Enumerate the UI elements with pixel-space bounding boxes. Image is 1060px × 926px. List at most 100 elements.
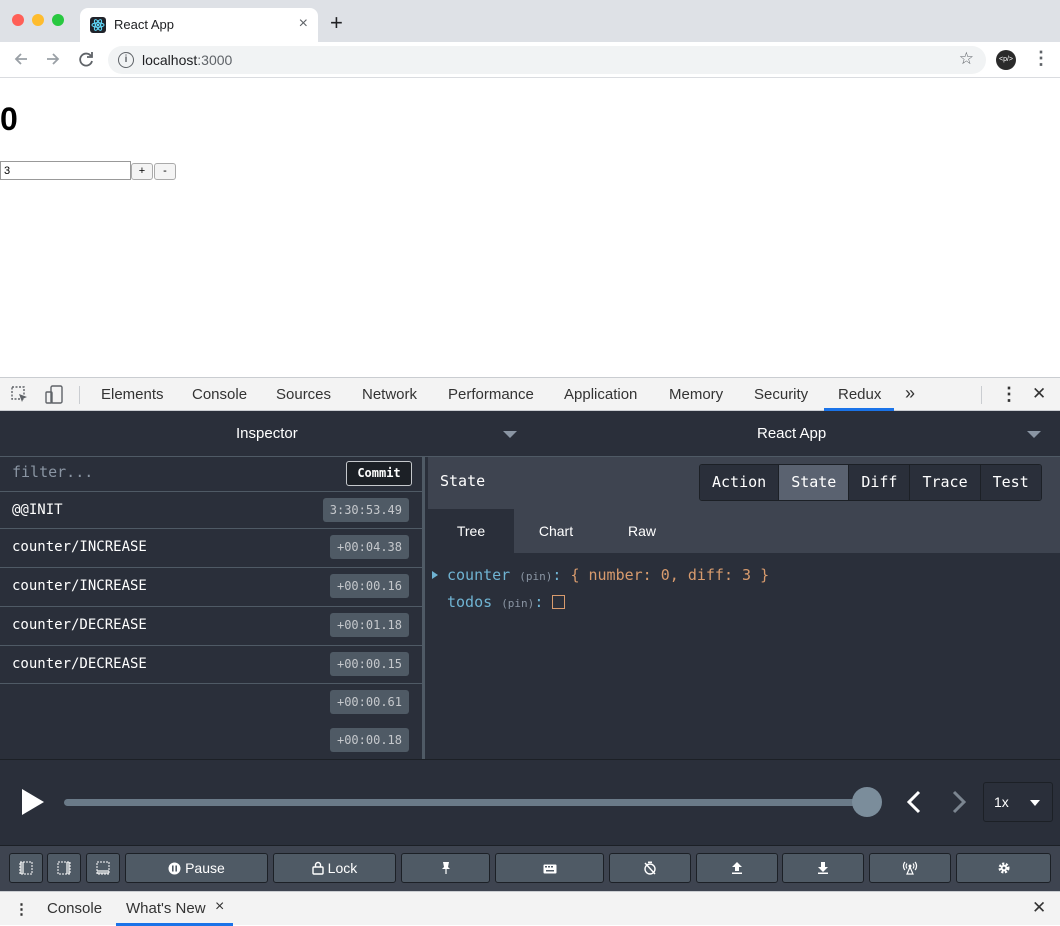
info-icon[interactable]: i bbox=[118, 52, 134, 68]
timer-off-icon bbox=[643, 860, 657, 876]
pin-button[interactable] bbox=[401, 853, 490, 883]
pause-button[interactable]: Pause bbox=[125, 853, 268, 883]
download-button[interactable] bbox=[782, 853, 864, 883]
tab-action[interactable]: Action bbox=[700, 465, 780, 500]
decrease-button[interactable]: - bbox=[154, 163, 176, 180]
list-item[interactable]: counter/DECREASE +00:01.18 bbox=[0, 606, 422, 645]
action-list: filter... Commit @@INIT 3:30:53.49 count… bbox=[0, 457, 425, 759]
upload-button[interactable] bbox=[696, 853, 778, 883]
action-time: +00:00.61 bbox=[329, 690, 409, 714]
tab-close-icon[interactable]: × bbox=[299, 15, 308, 33]
slider-track[interactable] bbox=[64, 799, 867, 806]
more-tabs-icon[interactable]: » bbox=[905, 383, 915, 404]
tab-security[interactable]: Security bbox=[754, 386, 808, 403]
action-time: +00:01.18 bbox=[329, 613, 409, 637]
minimize-window-button[interactable] bbox=[32, 14, 44, 26]
tab-performance[interactable]: Performance bbox=[448, 386, 534, 403]
lock-label: Lock bbox=[327, 860, 358, 876]
list-item[interactable]: counter/INCREASE +00:04.38 bbox=[0, 528, 422, 567]
tab-network[interactable]: Network bbox=[362, 386, 417, 403]
page-content: 0 + - bbox=[0, 79, 1060, 377]
play-icon[interactable] bbox=[22, 789, 44, 815]
divider bbox=[79, 386, 80, 404]
action-name: counter/DECREASE bbox=[12, 656, 147, 672]
back-arrow-icon[interactable] bbox=[10, 48, 32, 70]
tab-raw[interactable]: Raw bbox=[599, 509, 685, 553]
tree-node-todos[interactable]: todos (pin): bbox=[428, 593, 566, 611]
action-time: +00:04.38 bbox=[329, 535, 409, 559]
lock-button[interactable]: Lock bbox=[273, 853, 396, 883]
list-item[interactable]: counter/INCREASE +00:00.16 bbox=[0, 567, 422, 606]
new-tab-button[interactable]: + bbox=[330, 12, 343, 34]
slider-thumb[interactable] bbox=[852, 787, 882, 817]
action-time: +00:00.18 bbox=[329, 728, 409, 752]
dock-left-button[interactable] bbox=[9, 853, 43, 883]
pin-icon bbox=[441, 860, 451, 876]
chevron-down-icon[interactable] bbox=[1027, 431, 1041, 438]
amount-input[interactable] bbox=[0, 161, 131, 180]
view-tabs: Tree Chart Raw bbox=[428, 509, 1060, 553]
tab-diff[interactable]: Diff bbox=[849, 465, 911, 500]
browser-menu-icon[interactable]: ⋮ bbox=[1032, 48, 1050, 69]
tab-elements[interactable]: Elements bbox=[101, 386, 164, 403]
list-item[interactable]: +00:00.61 bbox=[0, 683, 422, 722]
tab-drawer-console[interactable]: Console bbox=[47, 900, 102, 917]
devtools-button-bar: Pause Lock bbox=[0, 845, 1060, 891]
tree-node-counter[interactable]: counter (pin): { number: 0, diff: 3 } bbox=[428, 566, 769, 584]
tab-tree[interactable]: Tree bbox=[428, 509, 514, 553]
chevron-down-icon[interactable] bbox=[503, 431, 517, 438]
time-travel-slider: 1x bbox=[0, 759, 1060, 845]
store-select[interactable]: React App bbox=[757, 425, 826, 442]
tab-chart[interactable]: Chart bbox=[513, 509, 599, 553]
commit-button[interactable]: Commit bbox=[346, 461, 412, 486]
list-item[interactable]: @@INIT 3:30:53.49 bbox=[0, 491, 422, 530]
increase-button[interactable]: + bbox=[131, 163, 153, 180]
remote-button[interactable] bbox=[869, 853, 951, 883]
reload-icon[interactable] bbox=[75, 48, 97, 70]
tab-memory[interactable]: Memory bbox=[669, 386, 723, 403]
action-name: counter/INCREASE bbox=[12, 539, 147, 555]
inspector-title: State bbox=[440, 472, 486, 490]
dock-bottom-button[interactable] bbox=[86, 853, 120, 883]
tab-sources[interactable]: Sources bbox=[276, 386, 331, 403]
next-icon[interactable] bbox=[949, 787, 969, 823]
tab-test[interactable]: Test bbox=[980, 465, 1041, 500]
filter-input[interactable]: filter... bbox=[12, 463, 93, 481]
chevron-right-icon[interactable] bbox=[432, 571, 438, 579]
monitor-select[interactable]: Inspector bbox=[236, 425, 298, 442]
list-item[interactable]: +00:00.18 bbox=[0, 722, 422, 759]
whats-new-close-icon[interactable]: × bbox=[215, 898, 224, 916]
list-item[interactable]: counter/DECREASE +00:00.15 bbox=[0, 645, 422, 684]
empty-array-icon bbox=[552, 595, 566, 609]
tab-application[interactable]: Application bbox=[564, 386, 637, 403]
previous-icon[interactable] bbox=[904, 787, 924, 823]
tab-redux[interactable]: Redux bbox=[838, 386, 881, 403]
browser-tab[interactable]: React App × bbox=[80, 8, 318, 42]
keyboard-icon bbox=[543, 860, 557, 876]
tab-whats-new[interactable]: What's New bbox=[126, 900, 206, 917]
drawer-close-icon[interactable]: ✕ bbox=[1032, 898, 1046, 918]
tab-trace[interactable]: Trace bbox=[910, 465, 981, 500]
gear-icon bbox=[997, 860, 1011, 876]
redux-header: Inspector React App bbox=[0, 411, 1060, 457]
devtools-menu-icon[interactable]: ⋮ bbox=[1000, 384, 1018, 405]
settings-button[interactable] bbox=[956, 853, 1051, 883]
avatar[interactable]: <p/> bbox=[996, 50, 1016, 70]
drawer-menu-icon[interactable]: ⋮ bbox=[14, 900, 29, 918]
bookmark-star-icon[interactable]: ☆ bbox=[959, 49, 974, 69]
address-bar[interactable]: i localhost:3000 ☆ bbox=[108, 46, 986, 74]
tab-state[interactable]: State bbox=[779, 465, 850, 500]
persist-button[interactable] bbox=[609, 853, 691, 883]
devtools-tabbar: Elements Console Sources Network Perform… bbox=[0, 377, 1060, 411]
close-window-button[interactable] bbox=[12, 14, 24, 26]
inspect-element-icon[interactable] bbox=[10, 385, 30, 410]
dock-right-button[interactable] bbox=[47, 853, 81, 883]
forward-arrow-icon[interactable] bbox=[42, 48, 64, 70]
devtools-close-icon[interactable]: ✕ bbox=[1032, 384, 1046, 404]
keyboard-button[interactable] bbox=[495, 853, 604, 883]
device-toolbar-icon[interactable] bbox=[44, 385, 64, 410]
tab-console[interactable]: Console bbox=[192, 386, 247, 403]
maximize-window-button[interactable] bbox=[52, 14, 64, 26]
speed-select[interactable]: 1x bbox=[983, 782, 1053, 822]
divider bbox=[981, 386, 982, 404]
